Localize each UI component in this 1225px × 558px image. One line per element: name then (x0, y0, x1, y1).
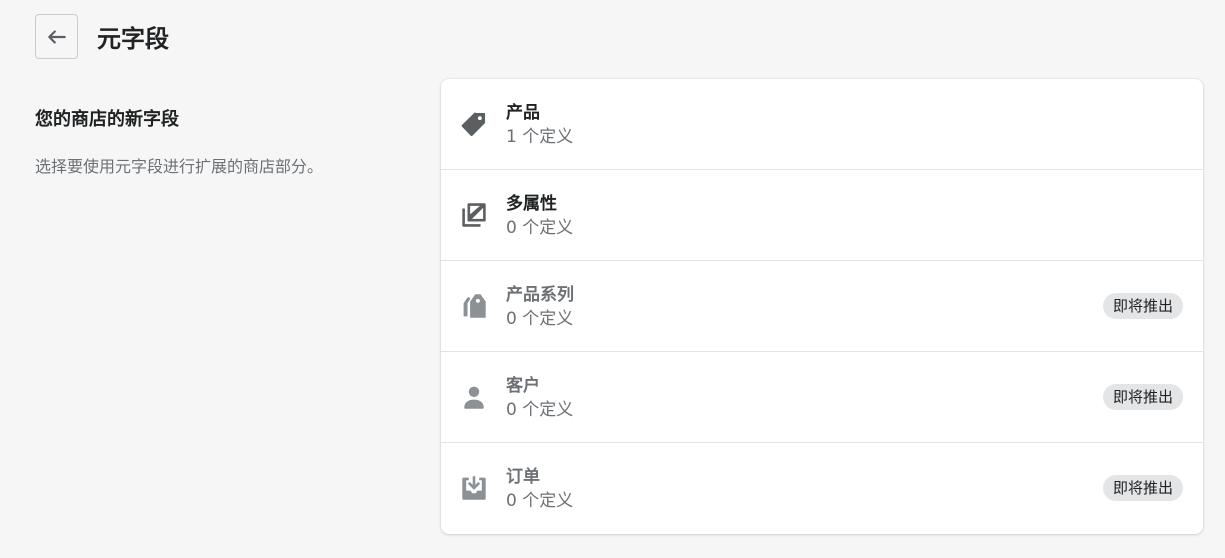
page-title: 元字段 (97, 25, 169, 53)
variants-icon (460, 201, 488, 229)
page: 元字段 您的商店的新字段 选择要使用元字段进行扩展的商店部分。 产品 1 个定义… (0, 0, 1225, 558)
resource-row-customers[interactable]: 客户 0 个定义 即将推出 (441, 352, 1203, 443)
collections-icon (460, 292, 488, 320)
back-button[interactable] (35, 14, 78, 59)
resource-row-variants[interactable]: 多属性 0 个定义 (441, 170, 1203, 261)
row-definition-count: 1 个定义 (506, 127, 574, 147)
arrow-left-icon (47, 29, 66, 44)
resource-row-collections[interactable]: 产品系列 0 个定义 即将推出 (441, 261, 1203, 352)
row-definition-count: 0 个定义 (506, 218, 574, 238)
coming-soon-badge: 即将推出 (1102, 293, 1183, 319)
order-icon (460, 474, 488, 502)
row-title: 产品 (506, 103, 540, 123)
section-description: 选择要使用元字段进行扩展的商店部分。 (35, 157, 324, 176)
resource-row-orders[interactable]: 订单 0 个定义 即将推出 (441, 443, 1203, 534)
tag-icon (460, 110, 488, 138)
section-title: 您的商店的新字段 (35, 109, 179, 130)
row-title: 订单 (506, 467, 540, 487)
coming-soon-badge: 即将推出 (1102, 475, 1183, 501)
row-definition-count: 0 个定义 (506, 400, 574, 420)
row-title: 客户 (506, 376, 540, 396)
coming-soon-badge: 即将推出 (1102, 384, 1183, 410)
row-title: 产品系列 (506, 285, 574, 305)
row-title: 多属性 (506, 194, 557, 214)
resource-row-products[interactable]: 产品 1 个定义 (441, 79, 1203, 170)
customer-icon (460, 383, 488, 411)
row-definition-count: 0 个定义 (506, 491, 574, 511)
resource-list-card: 产品 1 个定义 多属性 0 个定义 产品系列 0 个定义 即将推出 客户 0 … (441, 79, 1203, 534)
row-definition-count: 0 个定义 (506, 309, 574, 329)
